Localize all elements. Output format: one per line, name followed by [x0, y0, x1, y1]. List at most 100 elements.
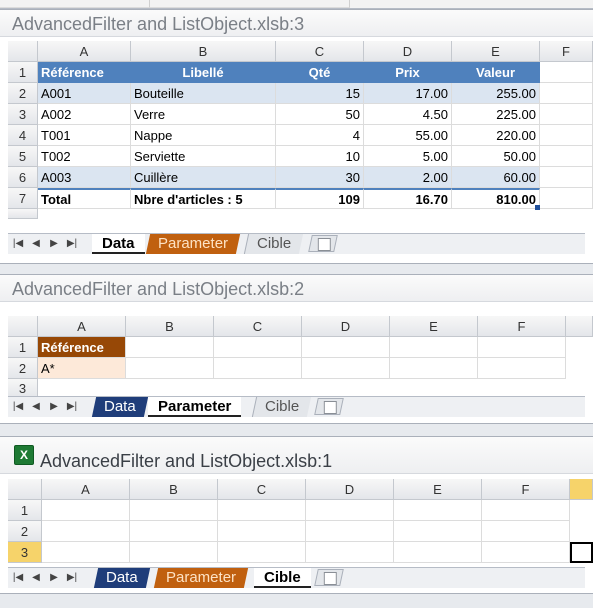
cell[interactable] — [540, 125, 593, 146]
row-header-1[interactable]: 1 — [8, 62, 38, 83]
select-all-corner[interactable] — [8, 316, 38, 337]
table-header-cell[interactable]: Libellé — [131, 62, 276, 83]
cell[interactable] — [130, 500, 218, 521]
total-cell[interactable]: 810.00 — [452, 188, 540, 209]
row-header-1[interactable]: 1 — [8, 337, 38, 358]
first-sheet-icon[interactable]: |◀ — [12, 571, 24, 585]
table-cell[interactable]: Serviette — [131, 146, 276, 167]
row-header-3[interactable]: 3 — [8, 104, 38, 125]
table-cell[interactable]: Nappe — [131, 125, 276, 146]
cell[interactable] — [42, 500, 130, 521]
workbook-window-1[interactable]: X AdvancedFilter and ListObject.xlsb:1 A… — [0, 436, 593, 594]
row-header-5[interactable]: 5 — [8, 146, 38, 167]
column-header-a[interactable]: A — [38, 316, 126, 337]
table-cell[interactable]: Verre — [131, 104, 276, 125]
row-header-4[interactable]: 4 — [8, 125, 38, 146]
row-header-1[interactable]: 1 — [8, 500, 42, 521]
prev-sheet-icon[interactable]: ◀ — [30, 237, 42, 251]
insert-sheet-icon[interactable] — [314, 569, 344, 586]
table-resize-handle[interactable] — [535, 205, 540, 210]
table-cell[interactable]: Bouteille — [131, 83, 276, 104]
cell[interactable] — [540, 188, 593, 209]
sheet-tab-data[interactable]: Data — [91, 397, 148, 417]
table-cell[interactable]: 15 — [276, 83, 364, 104]
table-header-cell[interactable]: Qté — [276, 62, 364, 83]
sheet-tab-parameter[interactable]: Parameter — [153, 568, 249, 588]
column-header-f[interactable]: F — [540, 41, 593, 62]
total-cell[interactable]: Nbre d'articles : 5 — [131, 188, 276, 209]
table-cell[interactable]: 55.00 — [364, 125, 452, 146]
insert-sheet-icon[interactable] — [314, 398, 344, 415]
cell[interactable] — [218, 500, 306, 521]
table-cell[interactable]: 50.00 — [452, 146, 540, 167]
table-cell[interactable]: 4.50 — [364, 104, 452, 125]
sheet-tab-cible[interactable]: Cible — [254, 568, 311, 588]
column-header-e[interactable]: E — [390, 316, 478, 337]
cell[interactable] — [482, 521, 570, 542]
cell[interactable] — [218, 542, 306, 563]
workbook-window-3[interactable]: AdvancedFilter and ListObject.xlsb:3 A B… — [0, 9, 593, 264]
cell[interactable] — [306, 542, 394, 563]
prev-sheet-icon[interactable]: ◀ — [30, 571, 42, 585]
column-header-b[interactable]: B — [130, 479, 218, 500]
cell[interactable] — [130, 521, 218, 542]
cell[interactable] — [540, 62, 593, 83]
table-cell[interactable]: T001 — [38, 125, 131, 146]
table-header-cell[interactable]: Référence — [38, 62, 131, 83]
column-header-b[interactable]: B — [126, 316, 214, 337]
sheet-tab-cible[interactable]: Cible — [243, 234, 304, 254]
prev-sheet-icon[interactable]: ◀ — [30, 400, 42, 414]
cell[interactable] — [214, 358, 302, 379]
row-header-2[interactable]: 2 — [8, 521, 42, 542]
first-sheet-icon[interactable]: |◀ — [12, 237, 24, 251]
next-sheet-icon[interactable]: ▶ — [48, 237, 60, 251]
table-cell[interactable]: 10 — [276, 146, 364, 167]
next-sheet-icon[interactable]: ▶ — [48, 400, 60, 414]
last-sheet-icon[interactable]: ▶| — [66, 400, 78, 414]
table-cell[interactable]: 5.00 — [364, 146, 452, 167]
sheet-tab-parameter[interactable]: Parameter — [148, 397, 242, 417]
cell[interactable] — [478, 337, 566, 358]
cell[interactable] — [540, 104, 593, 125]
table-cell[interactable]: 255.00 — [452, 83, 540, 104]
row-header-8[interactable] — [8, 209, 38, 219]
cell[interactable] — [390, 337, 478, 358]
sheet-tab-data[interactable]: Data — [92, 234, 145, 254]
window-title-bar[interactable]: X AdvancedFilter and ListObject.xlsb:1 — [0, 437, 593, 474]
last-sheet-icon[interactable]: ▶| — [66, 571, 78, 585]
table-cell[interactable]: 2.00 — [364, 167, 452, 188]
column-header-c[interactable]: C — [218, 479, 306, 500]
table-cell[interactable]: 4 — [276, 125, 364, 146]
row-header-2[interactable]: 2 — [8, 358, 38, 379]
table-cell[interactable]: A001 — [38, 83, 131, 104]
column-header-b[interactable]: B — [131, 41, 276, 62]
window-title-bar[interactable]: AdvancedFilter and ListObject.xlsb:2 — [0, 275, 593, 302]
next-sheet-icon[interactable]: ▶ — [48, 571, 60, 585]
cell[interactable] — [306, 521, 394, 542]
column-header-c[interactable]: C — [214, 316, 302, 337]
cell[interactable] — [302, 358, 390, 379]
cell[interactable] — [218, 521, 306, 542]
row-header-3[interactable]: 3 — [8, 542, 42, 563]
window-title-bar[interactable]: AdvancedFilter and ListObject.xlsb:3 — [0, 10, 593, 37]
cell[interactable] — [482, 542, 570, 563]
table-cell[interactable]: 225.00 — [452, 104, 540, 125]
table-header-cell[interactable]: Prix — [364, 62, 452, 83]
column-header-g[interactable] — [566, 316, 593, 337]
column-header-a[interactable]: A — [38, 41, 131, 62]
table-header-cell[interactable]: Valeur — [452, 62, 540, 83]
criteria-header-cell[interactable]: Référence — [38, 337, 126, 358]
row-header-2[interactable]: 2 — [8, 83, 38, 104]
cell[interactable] — [482, 500, 570, 521]
sheet-tab-data[interactable]: Data — [93, 568, 150, 588]
cell[interactable] — [394, 521, 482, 542]
sheet-tab-parameter[interactable]: Parameter — [145, 234, 241, 254]
column-header-g-selected[interactable] — [570, 479, 593, 500]
cell[interactable] — [130, 542, 218, 563]
cell[interactable] — [302, 337, 390, 358]
column-header-e[interactable]: E — [394, 479, 482, 500]
table-cell[interactable]: 17.00 — [364, 83, 452, 104]
active-cell[interactable] — [570, 542, 593, 563]
cell[interactable] — [540, 146, 593, 167]
column-header-f[interactable]: F — [478, 316, 566, 337]
